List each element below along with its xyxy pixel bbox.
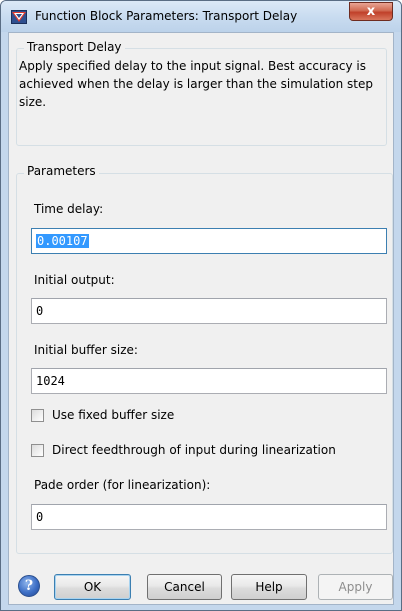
initial-output-field[interactable]: 0 — [31, 298, 387, 324]
close-button[interactable]: x — [349, 2, 393, 21]
dialog-window: Function Block Parameters: Transport Del… — [0, 0, 402, 611]
initial-buffer-size-field[interactable]: 1024 — [31, 368, 387, 394]
direct-feedthrough-label[interactable]: Direct feedthrough of input during linea… — [52, 443, 336, 457]
block-group-legend: Transport Delay — [24, 40, 125, 54]
pade-order-label: Pade order (for linearization): — [34, 478, 211, 492]
time-delay-field[interactable]: 0.00107 — [31, 228, 387, 254]
apply-button[interactable]: Apply — [318, 574, 393, 600]
pade-order-value: 0 — [36, 510, 44, 524]
use-fixed-buffer-checkbox[interactable] — [31, 409, 44, 422]
initial-output-label: Initial output: — [34, 273, 115, 287]
parameters-group-legend: Parameters — [24, 164, 99, 178]
simulink-block-icon — [11, 10, 27, 24]
initial-output-value: 0 — [36, 304, 44, 318]
window-title: Function Block Parameters: Transport Del… — [35, 9, 298, 23]
help-icon[interactable]: ? — [18, 575, 40, 597]
initial-buffer-size-value: 1024 — [36, 374, 65, 388]
initial-buffer-size-label: Initial buffer size: — [34, 343, 138, 357]
block-description: Apply specified delay to the input signa… — [19, 59, 373, 109]
direct-feedthrough-checkbox[interactable] — [31, 444, 44, 457]
help-button[interactable]: Help — [231, 574, 307, 600]
time-delay-label: Time delay: — [34, 202, 104, 216]
ok-button[interactable]: OK — [54, 574, 131, 600]
close-icon: x — [366, 4, 376, 19]
use-fixed-buffer-label[interactable]: Use fixed buffer size — [52, 408, 174, 422]
title-bar[interactable]: Function Block Parameters: Transport Del… — [1, 1, 401, 32]
time-delay-value: 0.00107 — [36, 234, 89, 248]
pade-order-field[interactable]: 0 — [31, 504, 387, 530]
cancel-button[interactable]: Cancel — [147, 574, 222, 600]
